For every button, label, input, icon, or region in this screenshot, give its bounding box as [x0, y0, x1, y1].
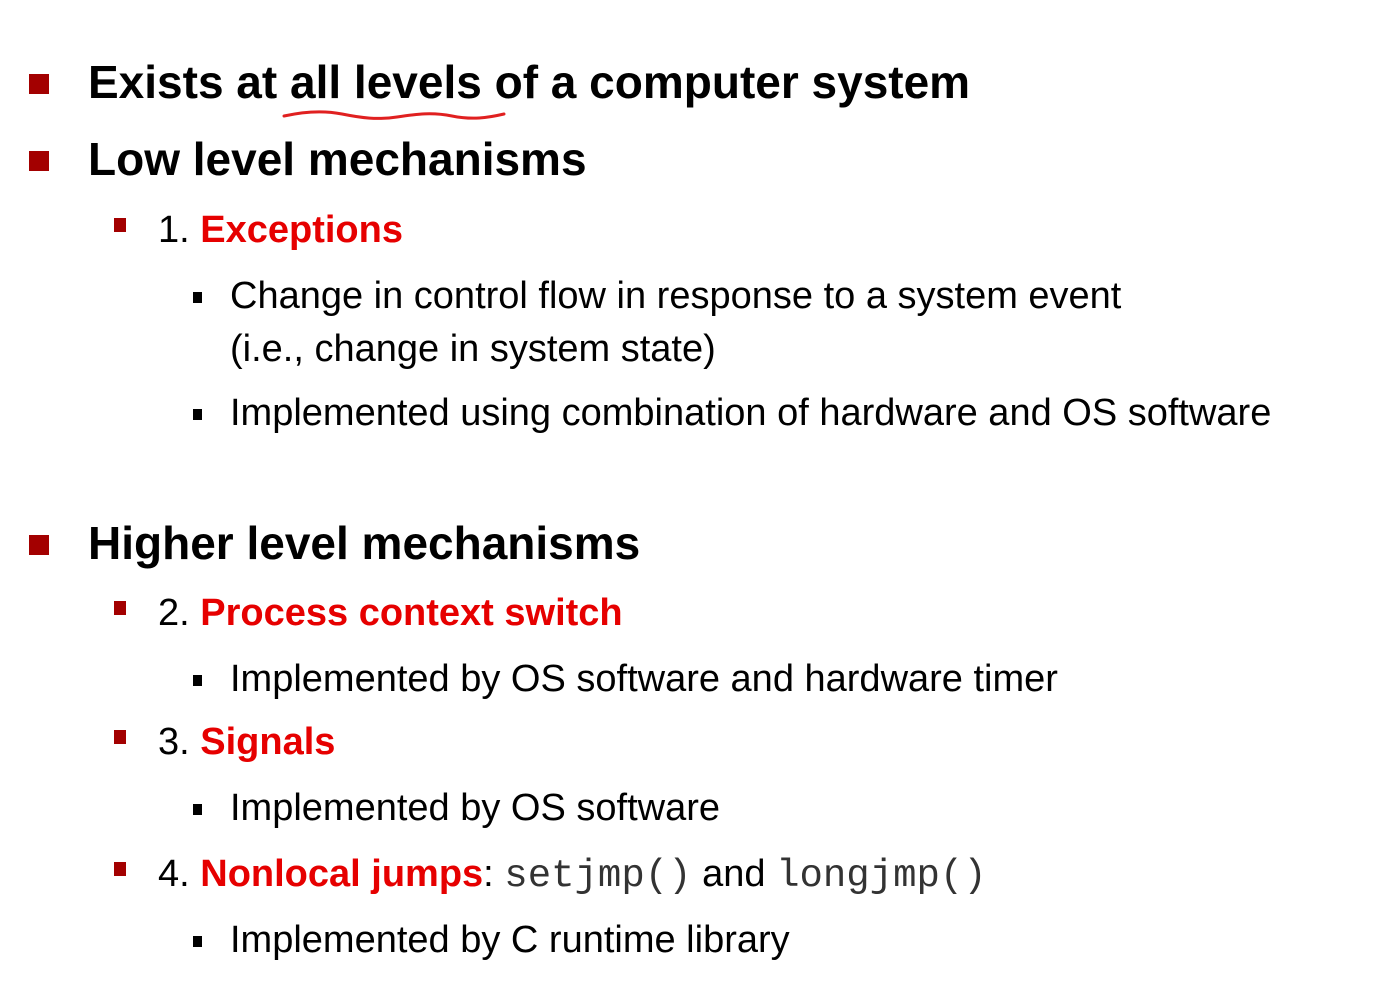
exceptions-detail-control-flow-cont: (i.e., change in system state) — [230, 328, 716, 370]
bullet-exists-all-levels: Exists at all levels of a computer syste… — [88, 59, 970, 105]
level3-bullet-icon — [193, 936, 202, 947]
context-switch-name: Process context switch — [200, 592, 623, 634]
nonlocal-jumps-number: 4. — [158, 853, 201, 895]
nonlocal-jumps-detail: Implemented by C runtime library — [230, 919, 790, 961]
bullet-signals: 3. Signals — [158, 723, 335, 761]
bullet-higher-level-mechanisms: Higher level mechanisms — [88, 517, 641, 569]
level1-bullet-icon — [29, 151, 49, 171]
level2-bullet-icon — [114, 862, 126, 876]
signals-detail: Implemented by OS software — [230, 787, 720, 829]
level3-bullet-icon — [193, 409, 202, 420]
bullet-nonlocal-jumps: 4. Nonlocal jumps: setjmp() and longjmp(… — [158, 855, 987, 896]
nonlocal-jumps-and: and — [691, 853, 777, 895]
red-squiggle-underline — [282, 110, 506, 120]
exceptions-detail-control-flow: Change in control flow in response to a … — [230, 275, 1122, 317]
exists-pre-text: Exists at — [88, 56, 290, 108]
signals-number: 3. — [158, 721, 201, 763]
level1-bullet-icon — [29, 535, 49, 555]
bullet-exceptions: 1. Exceptions — [158, 211, 403, 249]
level1-bullet-icon — [29, 74, 49, 94]
signals-name: Signals — [200, 721, 336, 763]
longjmp-code: longjmp() — [776, 854, 987, 898]
exists-post-text: of a computer system — [481, 56, 971, 108]
level2-bullet-icon — [114, 730, 126, 744]
nonlocal-jumps-colon: : — [483, 853, 505, 895]
level3-bullet-icon — [193, 804, 202, 815]
bullet-low-level-mechanisms: Low level mechanisms — [88, 133, 587, 185]
exceptions-detail-implementation: Implemented using combination of hardwar… — [230, 392, 1272, 434]
nonlocal-jumps-name: Nonlocal jumps — [200, 853, 484, 895]
exceptions-number: 1. — [158, 209, 201, 251]
context-switch-number: 2. — [158, 592, 201, 634]
context-switch-detail: Implemented by OS software and hardware … — [230, 658, 1058, 700]
exceptions-name: Exceptions — [200, 209, 403, 251]
level2-bullet-icon — [114, 218, 126, 232]
exists-underlined-text: all levels — [290, 56, 482, 108]
level3-bullet-icon — [193, 675, 202, 686]
setjmp-code: setjmp() — [504, 854, 692, 898]
level3-bullet-icon — [193, 292, 202, 303]
level2-bullet-icon — [114, 601, 126, 615]
bullet-process-context-switch: 2. Process context switch — [158, 594, 623, 632]
